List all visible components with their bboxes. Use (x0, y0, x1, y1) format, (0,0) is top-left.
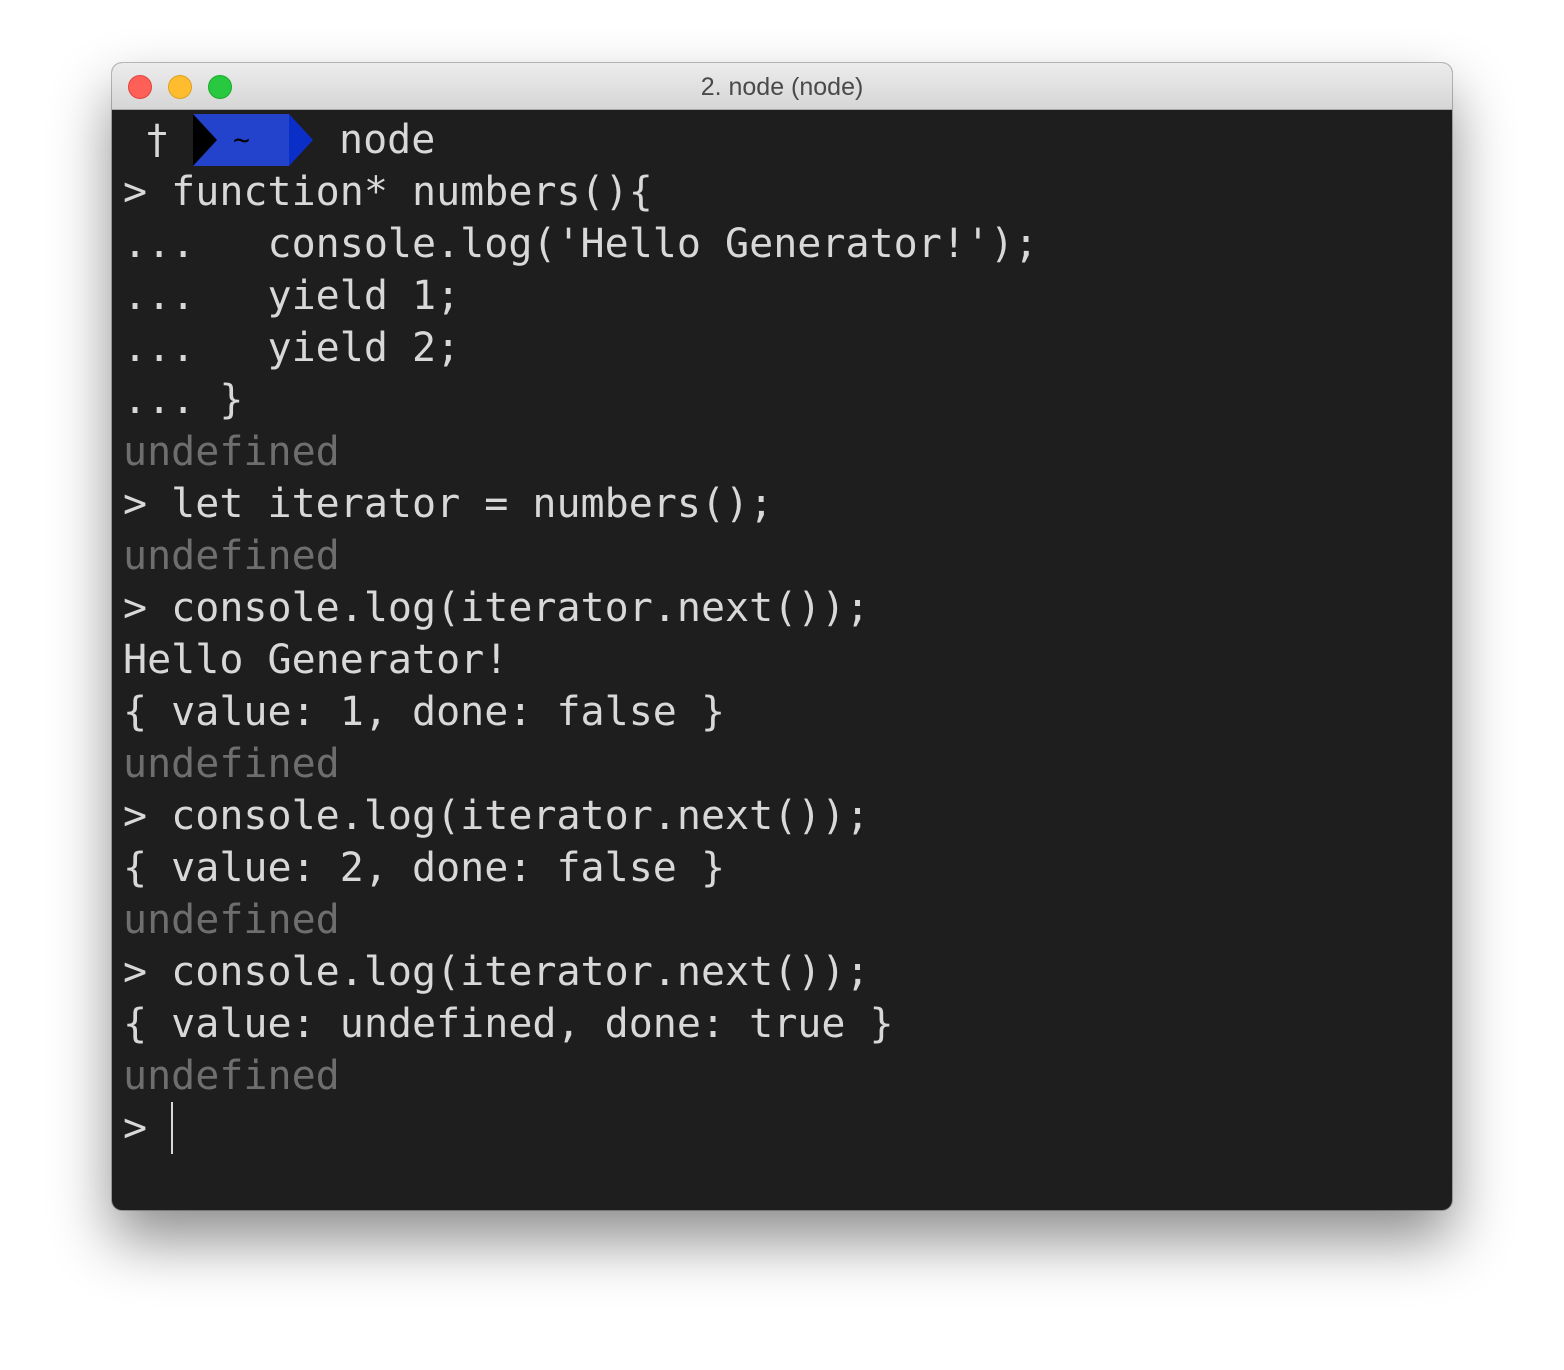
output-result-line: undefined (123, 533, 340, 579)
terminal-window: 2. node (node) † ~ node > function* numb… (112, 63, 1452, 1210)
output-result-line: undefined (123, 429, 340, 475)
output-result-line: undefined (123, 741, 340, 787)
window-title: 2. node (node) (700, 73, 864, 101)
prompt-command: node (339, 117, 436, 163)
terminal-line: { value: undefined, done: true } (123, 1001, 894, 1047)
terminal-line: { value: 2, done: false } (123, 845, 726, 891)
terminal-line: ... yield 1; (123, 273, 461, 319)
repl-prompt: > (123, 1105, 172, 1151)
segment-separator-icon (193, 114, 217, 166)
title-bar: 2. node (node) (112, 63, 1452, 110)
segment-arrow-icon (289, 114, 313, 166)
terminal-line: Hello Generator! (123, 637, 509, 683)
terminal-line: > console.log(iterator.next()); (123, 585, 870, 631)
terminal-line: > function* numbers(){ (123, 169, 653, 215)
output-result-line: undefined (123, 897, 340, 943)
terminal-line: ... } (123, 377, 244, 423)
prompt-dir: ~ (233, 123, 250, 156)
cursor (171, 1102, 174, 1154)
output-result-line: undefined (123, 1053, 340, 1099)
terminal-output[interactable]: † ~ node > function* numbers(){ ... conso… (123, 114, 1452, 1154)
input-line[interactable]: > (123, 1102, 1452, 1154)
prompt-marker: † (145, 117, 170, 163)
terminal-line: { value: 1, done: false } (123, 689, 726, 735)
terminal-line: > let iterator = numbers(); (123, 481, 774, 527)
terminal-line: > console.log(iterator.next()); (123, 793, 870, 839)
terminal-line: ... console.log('Hello Generator!'); (123, 221, 1039, 267)
terminal-line: ... yield 2; (123, 325, 461, 371)
terminal-line: > console.log(iterator.next()); (123, 949, 870, 995)
shell-prompt: † ~ node (123, 114, 1452, 166)
